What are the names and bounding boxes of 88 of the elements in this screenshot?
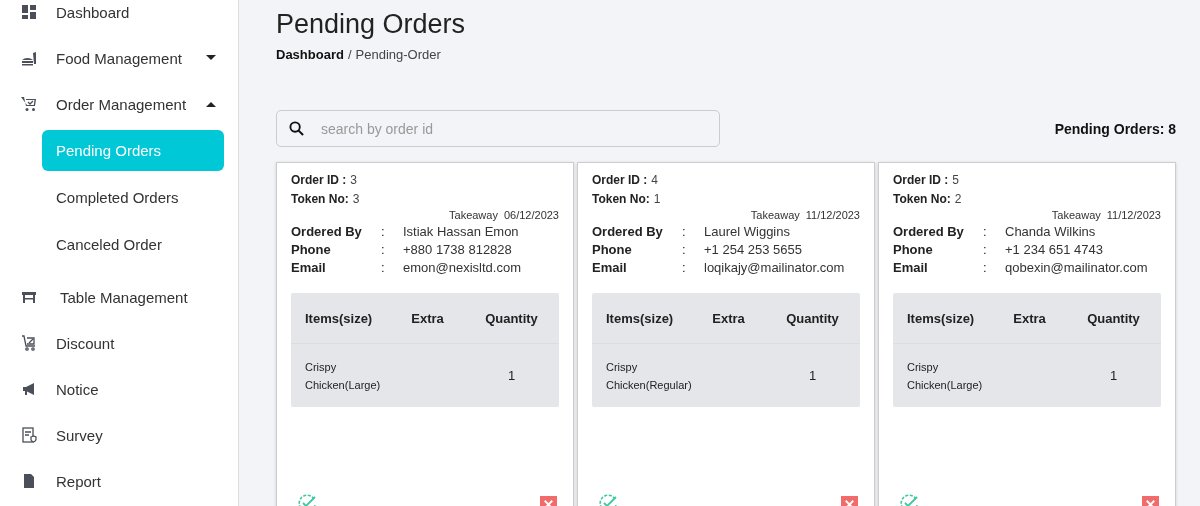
field-label: Phone xyxy=(592,241,633,259)
sidebar-item[interactable]: Report xyxy=(56,472,238,490)
field-value: emon@nexisltd.com xyxy=(403,259,522,277)
order-type: Takeaway xyxy=(449,209,498,223)
field-value: Laurel Wiggins xyxy=(704,223,791,241)
column-header: Items(size) xyxy=(605,310,675,326)
field-colon: : xyxy=(983,223,988,241)
order-type: Takeaway xyxy=(1051,209,1101,223)
field-colon: : xyxy=(682,241,687,259)
breadcrumb-separator: / xyxy=(347,47,352,62)
field-label: Email xyxy=(893,259,929,277)
field-label: Phone xyxy=(291,241,332,259)
field-colon: : xyxy=(381,241,386,259)
token-label: Token No: xyxy=(893,192,951,206)
field-colon: : xyxy=(983,259,988,277)
order-date: 06/12/2023 xyxy=(503,209,559,223)
sidebar-item[interactable]: Discount xyxy=(56,334,238,352)
token-label: Token No: xyxy=(291,192,349,206)
survey-icon xyxy=(21,427,37,443)
notice-icon xyxy=(21,381,37,397)
pending-count: Pending Orders: 8 xyxy=(1054,120,1176,137)
order-type: Takeaway xyxy=(750,209,800,223)
column-header: Items(size) xyxy=(304,310,374,326)
caret-icon[interactable] xyxy=(206,55,216,61)
order-id: 5 xyxy=(952,173,960,187)
column-header: Quantity xyxy=(785,310,840,326)
token-number: 3 xyxy=(352,192,360,206)
token-number: 2 xyxy=(954,192,962,206)
field-colon: : xyxy=(381,223,386,241)
field-value: +1 234 651 4743 xyxy=(1005,241,1104,259)
field-colon: : xyxy=(682,259,687,277)
column-header: Quantity xyxy=(1086,310,1141,326)
order-id: 3 xyxy=(350,173,358,187)
sidebar-item[interactable]: Survey xyxy=(56,426,238,444)
page-title: Pending Orders xyxy=(276,8,467,41)
search-icon xyxy=(289,121,304,136)
breadcrumb-current: Pending-Order xyxy=(355,47,441,62)
field-value: loqikajy@mailinator.com xyxy=(704,259,846,277)
field-value: +1 254 253 5655 xyxy=(704,241,803,259)
order-date: 11/12/2023 xyxy=(805,209,860,223)
column-header: Extra xyxy=(1012,310,1047,326)
column-header: Items(size) xyxy=(906,310,976,326)
order-date: 11/12/2023 xyxy=(1106,209,1161,223)
order-id: 4 xyxy=(651,173,659,187)
field-label: Email xyxy=(291,259,327,277)
search-field[interactable]: search by order id xyxy=(276,110,720,147)
sidebar-item[interactable]: Notice xyxy=(56,380,238,398)
table-cell-text: 1 xyxy=(506,368,517,383)
token-label: Token No: xyxy=(592,192,650,206)
column-header: Extra xyxy=(410,310,445,326)
field-label: Ordered By xyxy=(893,223,965,241)
token-number: 1 xyxy=(653,192,661,206)
food-icon xyxy=(21,50,37,66)
field-colon: : xyxy=(381,259,386,277)
caret-icon[interactable] xyxy=(206,101,216,107)
order-id-label: Order ID : xyxy=(592,173,648,187)
field-value: Istiak Hassan Emon xyxy=(403,223,520,241)
field-value: Chanda Wilkins xyxy=(1005,223,1097,241)
report-icon xyxy=(21,473,37,489)
search-input[interactable]: search by order id xyxy=(319,119,719,138)
field-label: Phone xyxy=(893,241,934,259)
sidebar-item[interactable]: Dashboard xyxy=(56,3,238,21)
field-label: Email xyxy=(592,259,628,277)
field-colon: : xyxy=(983,241,988,259)
submenu-item[interactable]: Canceled Order xyxy=(42,224,224,265)
sidebar-item[interactable]: Order Management xyxy=(56,95,206,113)
table-cell-text: 1 xyxy=(807,368,818,383)
column-header: Quantity xyxy=(484,310,539,326)
submenu-item[interactable]: Completed Orders xyxy=(42,177,224,218)
table-cell-text: 1 xyxy=(1108,368,1119,383)
field-colon: : xyxy=(682,223,687,241)
field-value: +880 1738 812828 xyxy=(403,241,513,259)
cart-icon xyxy=(21,96,37,112)
table-cell-text: Crispy Chicken(Large) xyxy=(304,359,382,393)
dashboard-icon xyxy=(21,4,37,20)
table-cell-text: Crispy Chicken(Regular) xyxy=(605,359,692,393)
table-icon xyxy=(21,289,37,305)
table-cell-text: Crispy Chicken(Large) xyxy=(906,359,984,393)
order-id-label: Order ID : xyxy=(291,173,347,187)
field-label: Ordered By xyxy=(291,223,363,241)
sidebar-item[interactable]: Table Management xyxy=(56,288,238,306)
order-id-label: Order ID : xyxy=(893,173,949,187)
discount-icon xyxy=(21,335,37,351)
field-value: qobexin@mailinator.com xyxy=(1005,259,1149,277)
breadcrumb-link[interactable]: Dashboard xyxy=(276,47,344,62)
field-label: Ordered By xyxy=(592,223,664,241)
sidebar-item[interactable]: Food Management xyxy=(56,49,206,67)
column-header: Extra xyxy=(711,310,746,326)
